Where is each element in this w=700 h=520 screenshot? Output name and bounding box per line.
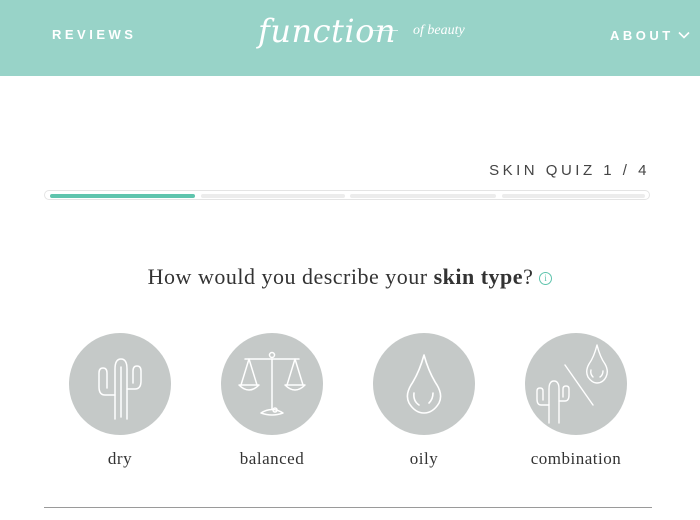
option-oily-circle[interactable] xyxy=(373,333,475,435)
question-heading: How would you describe your skin type? i xyxy=(0,264,700,290)
scale-icon xyxy=(238,351,306,416)
option-balanced-circle[interactable] xyxy=(221,333,323,435)
option-dry-circle[interactable] xyxy=(69,333,171,435)
nav-about-label: ABOUT xyxy=(610,28,674,43)
question-emphasis: skin type xyxy=(433,264,524,289)
droplet-icon xyxy=(406,354,442,414)
brand-logo[interactable]: function of beauty xyxy=(258,10,478,66)
quiz-progress-bar xyxy=(44,190,650,200)
nav-about-dropdown[interactable]: ABOUT xyxy=(610,27,690,43)
question-prefix: How would you describe your xyxy=(147,264,434,289)
option-combination[interactable]: combination xyxy=(511,333,641,469)
progress-segment-2 xyxy=(201,194,345,198)
option-dry-label: dry xyxy=(107,449,133,468)
logo-wordmark: function xyxy=(258,12,396,50)
cactus-icon xyxy=(98,358,142,420)
option-dry[interactable]: dry xyxy=(55,333,185,469)
cactus-droplet-icon xyxy=(536,344,608,424)
site-header: REVIEWS function of beauty ABOUT xyxy=(0,0,700,76)
info-icon[interactable]: i xyxy=(539,272,553,285)
quiz-step-label: SKIN QUIZ 1 / 4 xyxy=(489,162,650,179)
logo-divider xyxy=(370,30,398,31)
option-balanced-label: balanced xyxy=(239,449,305,468)
progress-segment-4 xyxy=(502,194,645,198)
option-oily-label: oily xyxy=(409,449,439,468)
progress-segment-3 xyxy=(350,194,496,198)
option-combination-label: combination xyxy=(530,449,622,468)
option-oily[interactable]: oily xyxy=(359,333,489,469)
nav-reviews-link[interactable]: REVIEWS xyxy=(52,27,136,42)
chevron-down-icon xyxy=(678,27,690,42)
progress-segment-1 xyxy=(50,194,195,198)
logo-tagline: of beauty xyxy=(413,23,465,38)
section-divider xyxy=(44,507,652,508)
question-suffix: ? xyxy=(523,264,534,289)
option-balanced[interactable]: balanced xyxy=(207,333,337,469)
option-combination-circle[interactable] xyxy=(525,333,627,435)
